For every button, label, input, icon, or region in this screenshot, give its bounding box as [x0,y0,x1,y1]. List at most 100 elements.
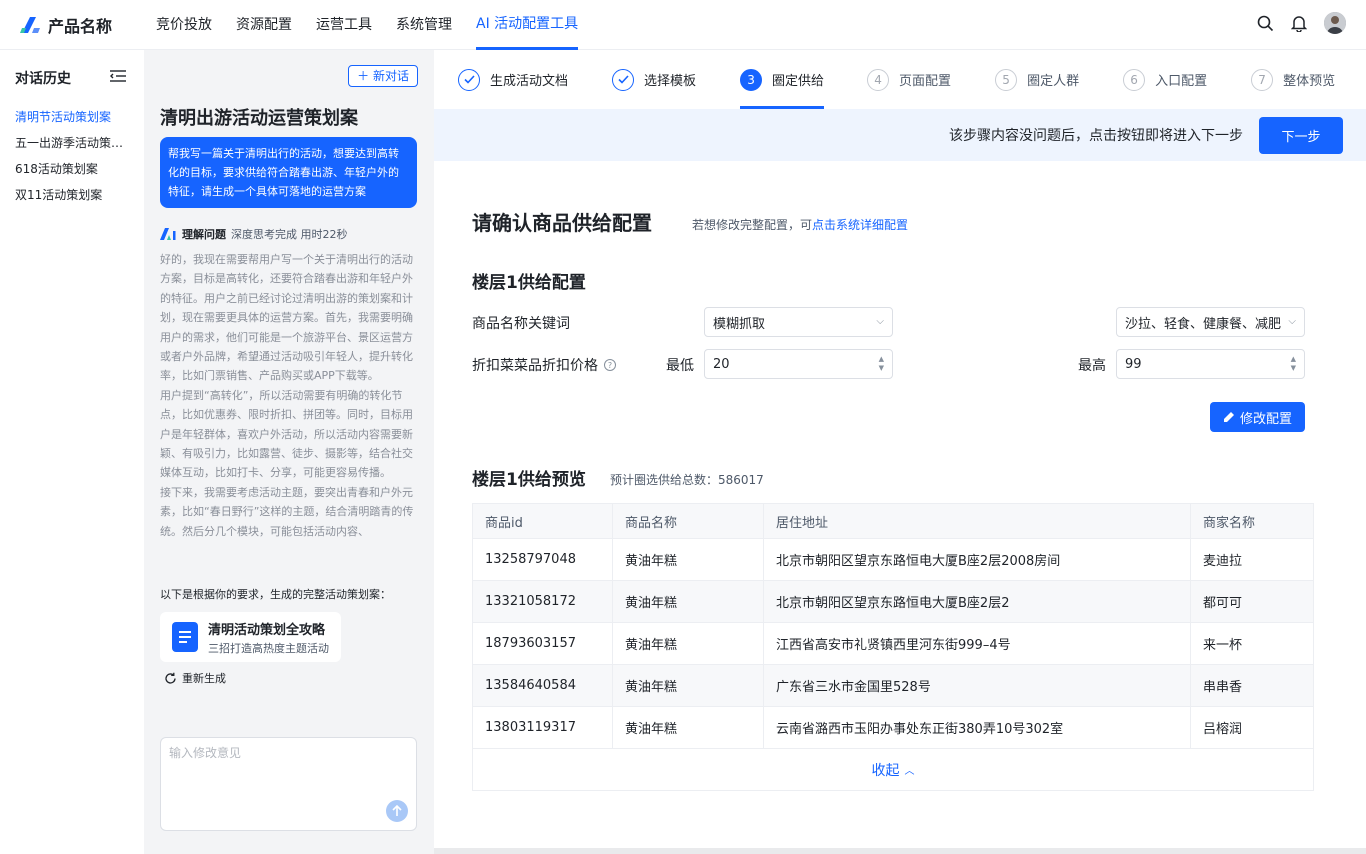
avatar[interactable] [1324,12,1346,34]
chevron-down-icon: ⌵ [1288,316,1296,327]
search-icon[interactable] [1256,14,1274,32]
preview-total: 预计圈选供给总数：586017 [610,473,764,487]
thinking-header[interactable]: 理解问题 深度思考完成 用时22秒 [160,226,348,242]
table-cell: 黄油年糕 [613,623,764,664]
step-7-number: 7 [1251,68,1274,91]
top-actions [1256,12,1346,34]
top-navigation-bar: 产品名称 竞价投放 资源配置 运营工具 系统管理 AI 活动配置工具 [0,0,1366,50]
table-cell: 黄油年糕 [613,707,764,748]
next-step-hint: 该步骤内容没问题后，点击按钮即将进入下一步 [949,128,1243,144]
step-3-number: 3 [740,68,763,91]
nav-item-ops-tools[interactable]: 运营工具 [316,0,372,50]
table-cell: 来一杯 [1203,638,1243,653]
history-item-618[interactable]: 618活动策划案 [0,156,144,182]
step-1[interactable]: 生成活动文档 [458,50,568,109]
stepper-icon[interactable]: ▲ ▼ [879,355,884,373]
document-icon [172,622,198,652]
column-header: 商品id [473,504,613,538]
table-row: 13258797048 黄油年糕 北京市朝阳区望京东路恒电大厦B座2层2008房… [473,538,1313,580]
history-title: 对话历史 [15,71,71,87]
refresh-icon [165,672,176,684]
new-chat-button[interactable]: ＋ 新对话 [348,65,418,87]
match-mode-select[interactable]: 模糊抓取 ⌵ [704,307,893,337]
edit-config-button[interactable]: 修改配置 [1210,402,1305,432]
step-4-label: 页面配置 [899,74,952,89]
min-label: 最低 [666,358,694,374]
generated-doc-card[interactable]: 清明活动策划全攻略 三招打造高热度主题活动 [160,612,341,662]
step-3-label: 圈定供给 [772,74,825,89]
chevron-up-icon: ︿ [904,766,915,777]
table-row: 18793603157 黄油年糕 江西省高安市礼贤镇西里河东街999–4号 来一… [473,622,1313,664]
step-6-label: 入口配置 [1155,74,1208,89]
help-icon[interactable]: ? [604,359,616,371]
check-icon [612,68,635,91]
collapse-sidebar-icon[interactable] [110,70,126,86]
chat-panel: ＋ 新对话 清明出游活动运营策划案 帮我写一篇关于清明出行的活动，想要达到高转化… [144,50,434,854]
table-cell: 北京市朝阳区望京东路恒电大厦B座2层2008房间 [764,539,1191,580]
step-3[interactable]: 3 圈定供给 [740,50,825,109]
table-row: 13321058172 黄油年糕 北京市朝阳区望京东路恒电大厦B座2层2 都可可 [473,580,1313,622]
new-chat-label: 新对话 [372,69,409,83]
table-cell: 13321058172 [473,581,613,622]
next-step-button[interactable]: 下一步 [1259,116,1343,154]
bell-icon[interactable] [1290,14,1308,32]
brand-name: 产品名称 [48,16,113,36]
next-step-banner: 该步骤内容没问题后，点击按钮即将进入下一步 下一步 [434,109,1366,161]
supply-preview-table: 商品id 商品名称 居住地址 商家名称 13258797048 黄油年糕 北京市… [472,503,1314,791]
step-5[interactable]: 5 圈定人群 [995,50,1079,109]
nav-item-resources[interactable]: 资源配置 [236,0,292,50]
history-item-double11[interactable]: 双11活动策划案 [0,182,144,208]
preview-title: 楼层1供给预览 [472,470,586,490]
step-1-label: 生成活动文档 [490,74,569,89]
logo-icon [20,16,40,33]
keywords-select[interactable]: 沙拉、轻食、健康餐、减肥 ⌵ [1116,307,1305,337]
max-label: 最高 [1078,358,1106,374]
column-header: 商家名称 [1203,515,1256,531]
step-6-number: 6 [1123,68,1146,91]
table-cell: 18793603157 [473,623,613,664]
arrow-up-icon [392,805,402,816]
brand[interactable]: 产品名称 [0,13,156,37]
step-7[interactable]: 7 整体预览 [1251,50,1335,109]
step-5-label: 圈定人群 [1027,74,1080,89]
chevron-down-icon: ⌵ [876,316,884,327]
table-cell: 江西省高安市礼贤镇西里河东街999–4号 [764,623,1191,664]
table-cell: 13803119317 [473,707,613,748]
table-row: 13803119317 黄油年糕 云南省潞西市玉阳办事处东正街380弄10号30… [473,706,1313,748]
step-2-label: 选择模板 [644,74,697,89]
horizontal-scrollbar[interactable] [434,848,1366,854]
min-price-input[interactable]: 20 ▲ ▼ [704,349,893,379]
edit-config-label: 修改配置 [1239,411,1292,427]
doc-title: 清明活动策划全攻略 [208,622,326,638]
thinking-label: 理解问题 [182,228,226,241]
feedback-input[interactable] [161,738,416,798]
check-icon [458,68,480,91]
nav-item-ai-activity-tool[interactable]: AI 活动配置工具 [476,0,579,50]
table-cell: 13584640584 [473,665,613,706]
regenerate-button[interactable]: 重新生成 [164,670,226,686]
step-2[interactable]: 选择模板 [612,50,696,109]
table-cell: 吕榕润 [1203,722,1243,737]
ai-icon [160,228,176,240]
keywords-value: 沙拉、轻食、健康餐、减肥 [1125,316,1282,332]
thinking-status: 深度思考完成 用时22秒 [231,228,348,241]
collapse-button[interactable]: 收起 ︿ [473,748,1313,790]
nav-item-system[interactable]: 系统管理 [396,0,452,50]
table-cell: 黄油年糕 [613,665,764,706]
main-nav: 竞价投放 资源配置 运营工具 系统管理 AI 活动配置工具 [156,0,602,50]
column-header: 居住地址 [764,504,1191,538]
main-content: 生成活动文档 选择模板 3 圈定供给 4 页面配置 5 圈定人群 6 入口配置 … [434,50,1366,854]
supply-note-text: 若想修改完整配置，可 [692,218,813,232]
send-button[interactable] [386,800,408,822]
step-4-number: 4 [867,68,890,91]
chat-title: 清明出游活动运营策划案 [160,108,358,129]
history-item-qingming[interactable]: 清明节活动策划案 [0,104,144,130]
nav-item-bidding[interactable]: 竞价投放 [156,0,212,50]
step-4[interactable]: 4 页面配置 [867,50,951,109]
step-6[interactable]: 6 入口配置 [1123,50,1207,109]
history-item-labor-day[interactable]: 五一出游季活动策划案 [0,130,144,156]
system-config-link[interactable]: 点击系统详细配置 [812,218,908,232]
max-price-input[interactable]: 99 ▲ ▼ [1116,349,1305,379]
doc-subtitle: 三招打造高热度主题活动 [208,641,329,655]
stepper-icon[interactable]: ▲ ▼ [1291,355,1296,373]
